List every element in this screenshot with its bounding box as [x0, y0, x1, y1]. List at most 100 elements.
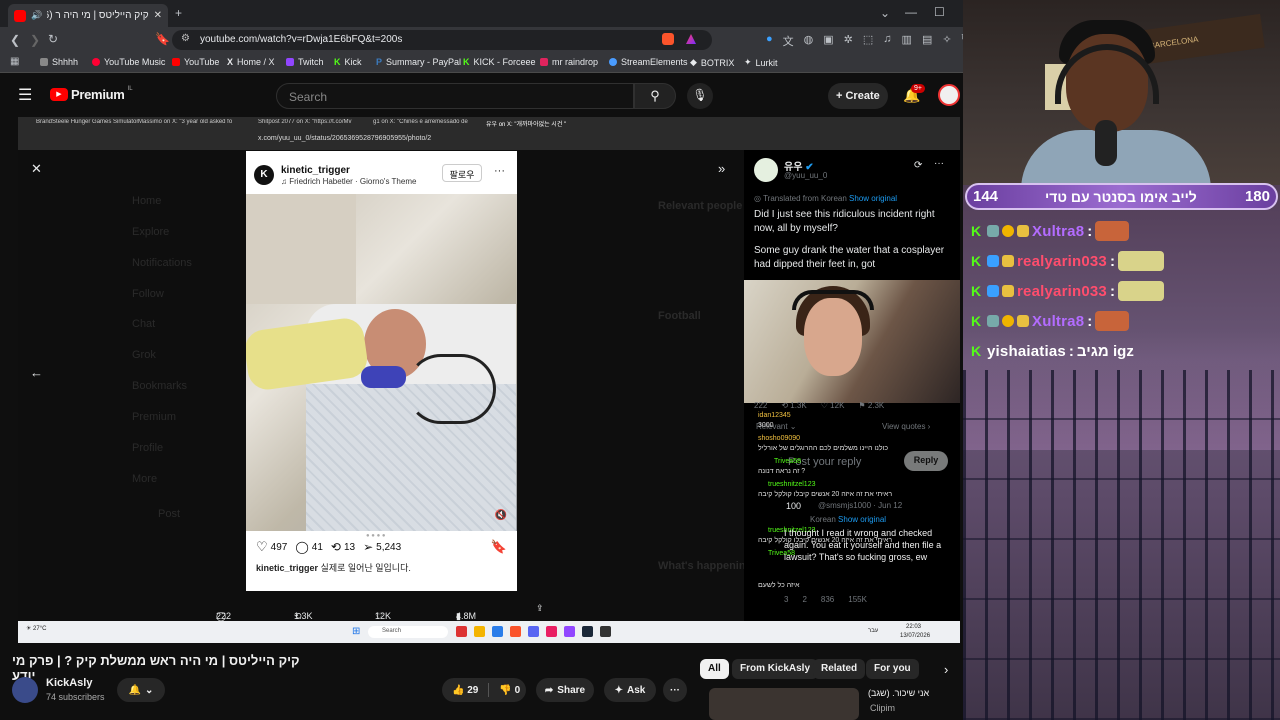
bookmark-icon[interactable]: 🔖: [155, 32, 170, 46]
arrow-left-icon[interactable]: ←: [30, 365, 43, 380]
search-button[interactable]: ⚲: [634, 83, 676, 109]
browser-tab-youtube[interactable]: 🔊 קיק הייליטס | מי היה ר (2346) ✕: [8, 4, 168, 27]
extensions-puzzle-icon[interactable]: ✲: [844, 33, 853, 49]
reply-repost-count[interactable]: 2: [802, 595, 806, 604]
bookmark-item[interactable]: YouTube Music: [92, 57, 165, 67]
apps-grid-icon[interactable]: ▦: [10, 56, 19, 67]
downloads-icon[interactable]: ⬚: [863, 33, 873, 49]
discord-icon[interactable]: [528, 626, 539, 637]
url-field[interactable]: ⚙ youtube.com/watch?v=rDwja1E6bFQ&t=200s: [172, 30, 712, 50]
dislike-button[interactable]: 👎 0: [499, 685, 520, 696]
reply-button[interactable]: Reply: [904, 451, 948, 471]
reply-view-count[interactable]: 155K: [848, 595, 867, 604]
save-bookmark-icon[interactable]: 🔖: [491, 539, 507, 555]
bookmark-item[interactable]: Twitch: [286, 57, 324, 67]
steam-icon[interactable]: [582, 626, 593, 637]
back-icon[interactable]: ❮: [10, 33, 20, 47]
forward-icon[interactable]: ❯: [30, 33, 40, 47]
bookmark-item[interactable]: ✦ Lurkit: [744, 57, 778, 68]
post-song[interactable]: ♫ Friedrich Habetler · Giorno's Theme: [281, 177, 416, 186]
taskbar-app-icon[interactable]: [546, 626, 557, 637]
weather-widget[interactable]: ☀ 27°C: [26, 625, 46, 632]
ask-button[interactable]: ✦ Ask: [604, 678, 656, 702]
brave-shield-icon[interactable]: [662, 33, 674, 45]
youtube-logo[interactable]: ▶ Premium IL: [50, 86, 133, 102]
bookmark-item[interactable]: K Kick: [334, 57, 362, 67]
grok-icon[interactable]: ⟳: [914, 160, 922, 171]
channel-name[interactable]: KickAsly: [46, 677, 92, 689]
share-button[interactable]: ➦ Share: [536, 678, 594, 702]
new-tab-icon[interactable]: +: [175, 6, 182, 20]
minimize-icon[interactable]: —: [905, 5, 917, 19]
reply-handle[interactable]: @smsmjs1000 · Jun 12: [818, 501, 902, 510]
view-quotes-link[interactable]: View quotes ›: [882, 422, 930, 431]
embedded-post[interactable]: K kinetic_trigger ♫ Friedrich Habetler ·…: [246, 151, 517, 591]
like-count[interactable]: ♡ 12K: [821, 401, 845, 410]
mute-icon[interactable]: 🔇: [495, 510, 507, 521]
create-button[interactable]: + Create: [828, 83, 888, 109]
bookmark-item[interactable]: X Home / X: [227, 57, 275, 67]
share-icon[interactable]: ⇪: [536, 603, 544, 614]
reply-show-original-link[interactable]: Show original: [838, 515, 886, 524]
more-options-icon[interactable]: ···: [934, 158, 944, 169]
post-username[interactable]: kinetic_trigger: [281, 165, 350, 176]
windows-start-icon[interactable]: ⊞: [352, 626, 360, 637]
post-avatar[interactable]: K: [254, 165, 274, 185]
media-icon[interactable]: ♫: [883, 33, 891, 49]
next-video-thumbnail[interactable]: [709, 688, 859, 720]
tab-search-chevron-icon[interactable]: ⌄: [880, 6, 890, 20]
taskbar-app-icon[interactable]: [564, 626, 575, 637]
repost-count[interactable]: ⟲ 1.3K: [781, 401, 806, 410]
tweet-handle[interactable]: @yuu_uu_0: [784, 171, 827, 180]
repost-button[interactable]: ⟲ 13: [331, 540, 355, 554]
more-actions-button[interactable]: ···: [663, 678, 687, 702]
like-button[interactable]: 👍 29: [452, 685, 478, 696]
brave-icon[interactable]: [510, 626, 521, 637]
close-tab-icon[interactable]: ✕: [154, 10, 162, 21]
chevron-right-icon[interactable]: ›: [944, 662, 948, 677]
notifications-button[interactable]: 🔔 9+: [903, 84, 925, 104]
taskbar-search[interactable]: Search: [368, 626, 448, 638]
taskbar-language[interactable]: עבר: [868, 628, 878, 634]
speaker-icon[interactable]: 🔊: [31, 10, 42, 21]
reload-icon[interactable]: ↻: [48, 32, 58, 46]
reply-reply-count[interactable]: 3: [784, 595, 788, 604]
taskbar-app-icon[interactable]: [492, 626, 503, 637]
site-info-icon[interactable]: ⚙: [181, 33, 190, 44]
reading-list-icon[interactable]: ▥: [902, 33, 912, 49]
tweet-avatar[interactable]: [754, 158, 778, 182]
menu-hamburger-icon[interactable]: ☰: [18, 85, 32, 105]
chip-from-channel[interactable]: From KickAsly: [732, 659, 819, 679]
share-button[interactable]: ➢ 5,243: [363, 540, 401, 554]
like-button[interactable]: ♡ 497: [256, 539, 287, 555]
maximize-icon[interactable]: ☐: [934, 5, 945, 19]
voice-search-button[interactable]: 🎙: [687, 83, 713, 109]
ai-icon[interactable]: ✧: [942, 33, 951, 49]
subscribe-bell-button[interactable]: 🔔 ⌄: [117, 678, 165, 702]
extension-3-icon[interactable]: ▣: [823, 33, 833, 49]
reply-author-name[interactable]: 100: [786, 501, 801, 511]
obs-icon[interactable]: [600, 626, 611, 637]
taskbar-app-icon[interactable]: [456, 626, 467, 637]
video-player[interactable]: BrandSteele Hunger Games Simulator Massi…: [18, 117, 960, 643]
extension-2-icon[interactable]: ◍: [804, 33, 814, 49]
bookmark-item[interactable]: ◆ BOTRIX: [690, 57, 734, 68]
sidebar-icon[interactable]: ▤: [922, 33, 932, 49]
chip-all[interactable]: All: [700, 659, 729, 679]
avatar[interactable]: [938, 84, 960, 106]
bookmark-item[interactable]: YouTube: [172, 57, 219, 67]
next-video-title[interactable]: אני שיכור. (שגב): [868, 688, 929, 698]
reply-count[interactable]: 222: [754, 401, 767, 410]
bookmark-item[interactable]: StreamElements: [609, 57, 688, 67]
reply-like-count[interactable]: 836: [821, 595, 834, 604]
close-icon[interactable]: ✕: [31, 161, 42, 177]
file-explorer-icon[interactable]: [474, 626, 485, 637]
follow-button[interactable]: 팔로우: [442, 164, 482, 182]
show-original-link[interactable]: Show original: [849, 194, 897, 203]
translate-icon[interactable]: 文: [783, 33, 794, 49]
comment-button[interactable]: ◯ 41: [295, 540, 323, 554]
bookmark-count[interactable]: ⚑ 2.3K: [858, 401, 884, 410]
extension-icon[interactable]: ●: [766, 33, 773, 49]
search-input[interactable]: Search: [276, 83, 634, 109]
chip-related[interactable]: Related: [813, 659, 866, 679]
